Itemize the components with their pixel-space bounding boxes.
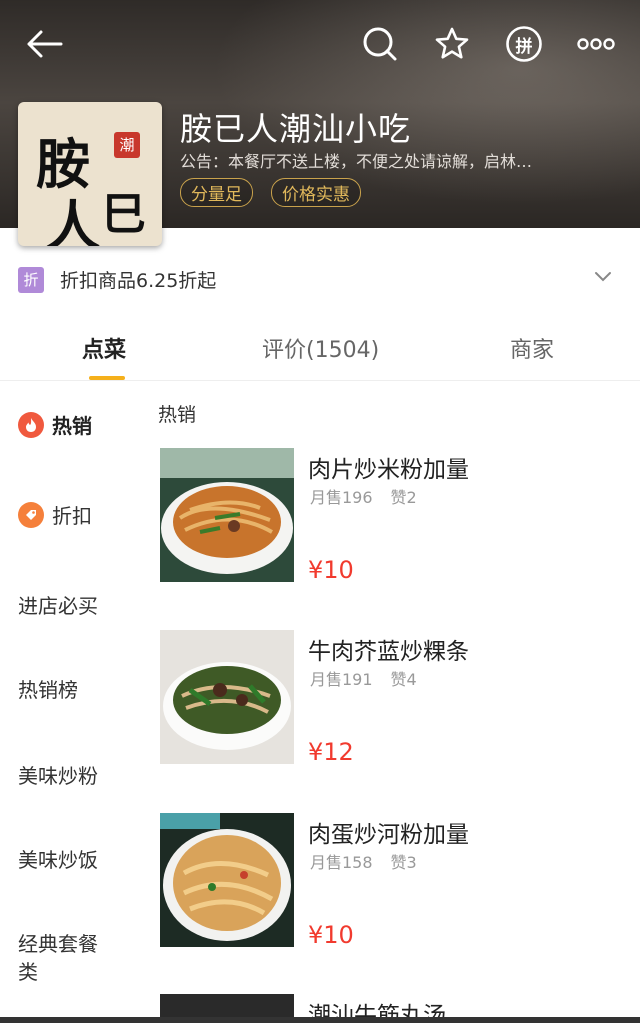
food-image[interactable]: [160, 994, 294, 1017]
store-tag: 分量足: [180, 178, 253, 207]
tab-reviews[interactable]: 评价(1504): [262, 332, 379, 364]
store-notice[interactable]: 公告：本餐厅不送上楼，不便之处请谅解，启林…: [180, 148, 620, 172]
likes-count: 赞2: [390, 488, 417, 507]
logo-seal: 潮: [114, 132, 140, 158]
food-name: 肉片炒米粉加量: [308, 457, 469, 483]
sidebar-item-fried-rice[interactable]: 美味炒饭: [18, 844, 98, 873]
sidebar-item-discount[interactable]: 折扣: [18, 500, 92, 529]
food-item[interactable]: 肉蛋炒河粉加量 月售158 赞3 ¥10: [158, 813, 638, 949]
food-image[interactable]: [160, 630, 294, 764]
back-arrow-icon[interactable]: [18, 18, 70, 70]
group-buy-char: 拼: [515, 36, 533, 57]
menu-section-title: 热销: [158, 404, 197, 426]
discount-bar[interactable]: 折 折扣商品6.25折起: [0, 250, 640, 310]
sidebar-item-label: 进店必买: [18, 594, 98, 618]
food-meta: 月售158 赞3: [310, 849, 435, 873]
food-item[interactable]: 潮汕牛筋丸汤: [158, 994, 638, 1017]
discount-text: 折扣商品6.25折起: [60, 270, 217, 292]
store-tag: 价格实惠: [271, 178, 361, 207]
monthly-sales: 月售196: [310, 488, 373, 507]
sidebar-item-label: 折扣: [52, 504, 92, 528]
top-bar: 拼: [0, 18, 640, 70]
sidebar-item-label: 美味炒饭: [18, 848, 98, 872]
more-icon[interactable]: [570, 18, 622, 70]
tab-merchant[interactable]: 商家: [510, 332, 554, 364]
sidebar-item-fried-noodles[interactable]: 美味炒粉: [18, 760, 98, 789]
monthly-sales: 月售158: [310, 853, 373, 872]
sidebar-item-label: 美味炒粉: [18, 764, 98, 788]
sidebar-item-hot[interactable]: 热销: [18, 410, 92, 439]
logo-char: 人: [46, 194, 100, 246]
discount-icon: [18, 501, 44, 528]
food-price: ¥10: [308, 921, 354, 949]
tab-bar: 点菜 评价(1504) 商家: [0, 318, 640, 381]
chevron-down-icon[interactable]: [594, 268, 612, 287]
sidebar-item-hot-list[interactable]: 热销榜: [18, 674, 78, 703]
food-meta: 月售191 赞4: [310, 666, 435, 690]
search-icon[interactable]: [354, 18, 406, 70]
star-icon[interactable]: [426, 18, 478, 70]
sidebar-item-label: 热销榜: [18, 678, 78, 702]
store-logo: 胺 潮 巳 人: [18, 102, 162, 246]
category-sidebar: 热销 折扣 进店必买 热销榜 美味炒粉 美味炒饭 经典套餐类: [0, 380, 150, 1023]
food-name: 肉蛋炒河粉加量: [308, 822, 469, 848]
food-image[interactable]: [160, 448, 294, 582]
flame-icon: [18, 411, 44, 438]
food-image[interactable]: [160, 813, 294, 947]
group-buy-icon[interactable]: 拼: [498, 18, 550, 70]
monthly-sales: 月售191: [310, 670, 373, 689]
likes-count: 赞4: [390, 670, 417, 689]
sidebar-item-set-meals[interactable]: 经典套餐类: [18, 930, 108, 986]
food-name: 潮汕牛筋丸汤: [308, 1003, 446, 1017]
sidebar-item-label: 经典套餐类: [18, 932, 98, 984]
food-price: ¥10: [308, 556, 354, 584]
store-tags: 分量足 价格实惠: [180, 178, 361, 207]
logo-char: 巳: [102, 189, 146, 240]
sidebar-item-must-buy[interactable]: 进店必买: [18, 590, 98, 619]
food-price: ¥12: [308, 738, 354, 766]
bottom-edge: [0, 1017, 640, 1023]
food-item[interactable]: 牛肉芥蓝炒粿条 月售191 赞4 ¥12: [158, 630, 638, 766]
food-name: 牛肉芥蓝炒粿条: [308, 639, 469, 665]
food-item[interactable]: 肉片炒米粉加量 月售196 赞2 ¥10: [158, 448, 638, 584]
sidebar-item-label: 热销: [52, 414, 92, 438]
store-name: 胺已人潮汕小吃: [180, 110, 412, 148]
discount-badge: 折: [18, 267, 44, 293]
tab-order[interactable]: 点菜: [82, 332, 126, 364]
food-meta: 月售196 赞2: [310, 484, 435, 508]
likes-count: 赞3: [390, 853, 417, 872]
